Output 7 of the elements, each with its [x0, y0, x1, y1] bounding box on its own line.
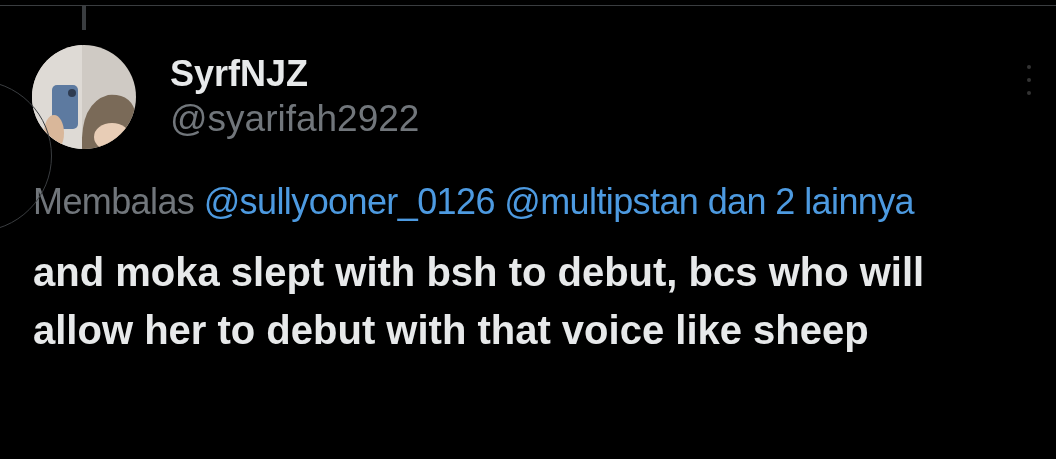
mention-link[interactable]: @multipstan: [504, 181, 699, 222]
tweet-text: and moka slept with bsh to debut, bcs who will allow her to debut with that voice like sheep: [33, 249, 926, 354]
reply-context: Membalas @sullyooner_0126 @multipstan dan 2 lainnya: [33, 181, 916, 223]
display-name[interactable]: SyrfNJZ: [170, 54, 420, 94]
mention-link[interactable]: @sullyooner_0126: [203, 181, 495, 222]
user-handle[interactable]: @syarifah2922: [170, 98, 420, 140]
others-link[interactable]: dan 2 lainnya: [707, 181, 915, 222]
